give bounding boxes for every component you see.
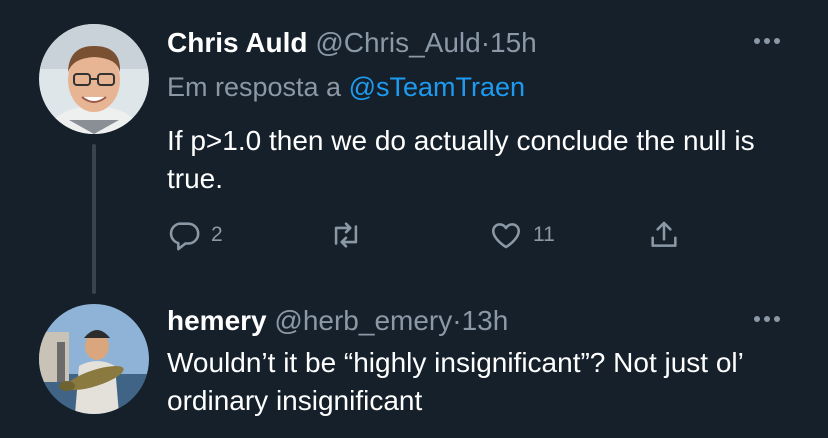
share-button[interactable] [647, 218, 681, 252]
reply-context: Em resposta a @sTeamTraen [167, 70, 525, 104]
tweet-header: hemery @herb_emery·13h [167, 304, 508, 338]
share-icon [651, 221, 677, 247]
separator-dot: · [452, 305, 462, 336]
reply-count: 2 [211, 223, 223, 246]
author-name[interactable]: hemery [167, 305, 267, 336]
tweet-header: Chris Auld @Chris_Auld·15h [167, 26, 537, 60]
tweet-text: Wouldn’t it be “highly insignificant”? N… [167, 347, 743, 416]
reply-prefix: Em resposta a [167, 72, 342, 102]
avatar-chris-auld[interactable] [39, 24, 149, 134]
avatar-hemery[interactable] [39, 304, 149, 414]
like-count: 11 [533, 223, 555, 246]
like-button[interactable]: 11 [489, 218, 555, 252]
author-name[interactable]: Chris Auld [167, 27, 308, 58]
retweet-icon [334, 222, 358, 248]
author-handle[interactable]: @herb_emery [274, 305, 452, 336]
tweet-actions: 2 11 [167, 218, 707, 258]
like-icon [491, 223, 521, 249]
more-icon[interactable] [752, 36, 782, 46]
reply-mention-link[interactable]: @sTeamTraen [349, 72, 525, 102]
thread-line [92, 144, 96, 294]
more-icon[interactable] [752, 314, 782, 324]
avatar-image [39, 304, 149, 414]
separator-dot: · [480, 27, 491, 58]
tweet-hemery[interactable]: hemery @herb_emery·13h Wouldn’t it be “h… [0, 290, 828, 438]
tweet-chris-auld[interactable]: Chris Auld @Chris_Auld·15h Em resposta a… [0, 0, 828, 294]
retweet-button[interactable] [329, 218, 363, 252]
tweet-time[interactable]: 13h [462, 305, 509, 336]
avatar-image [39, 24, 149, 134]
reply-button[interactable]: 2 [167, 218, 223, 252]
tweet-text: If p>1.0 then we do actually conclude th… [167, 125, 755, 194]
reply-icon [169, 222, 200, 251]
tweet-time[interactable]: 15h [490, 27, 537, 58]
author-handle[interactable]: @Chris_Auld [315, 27, 480, 58]
